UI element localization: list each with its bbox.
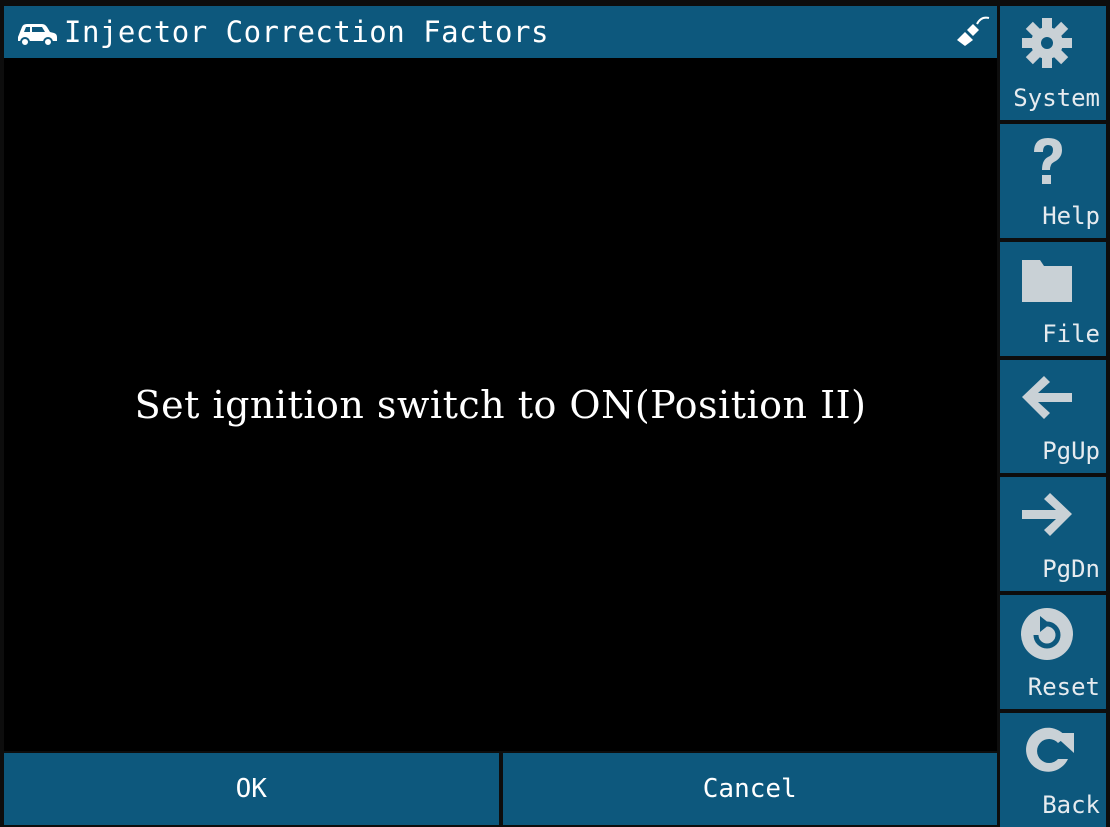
title-bar: Injector Correction Factors: [4, 6, 997, 58]
sidebar-item-label: System: [1013, 83, 1100, 112]
question-icon: [1016, 130, 1078, 192]
sidebar-item-reset[interactable]: Reset: [1000, 595, 1106, 710]
arrow-right-icon: [1016, 483, 1078, 545]
app-frame: Injector Correction Factors Set ignition…: [0, 0, 1110, 827]
sidebar-item-file[interactable]: File: [1000, 241, 1106, 356]
sidebar-item-label: PgDn: [1042, 555, 1100, 584]
sidebar-item-label: PgUp: [1042, 437, 1100, 466]
back-icon: [1016, 719, 1078, 781]
cancel-button[interactable]: Cancel: [502, 753, 997, 825]
sidebar-item-system[interactable]: System: [1000, 6, 1106, 120]
message-panel: Set ignition switch to ON(Position II): [4, 58, 997, 751]
instruction-message: Set ignition switch to ON(Position II): [134, 383, 867, 427]
page-title: Injector Correction Factors: [64, 15, 549, 49]
sidebar-item-pgup[interactable]: PgUp: [1000, 359, 1106, 474]
plug-icon: [951, 12, 991, 48]
sidebar-item-label: Reset: [1027, 673, 1100, 702]
sidebar-item-label: File: [1042, 319, 1100, 348]
dialog-buttons: OK Cancel: [4, 753, 997, 825]
folder-icon: [1016, 248, 1078, 310]
sidebar-item-label: Help: [1042, 201, 1100, 230]
sidebar-item-help[interactable]: Help: [1000, 123, 1106, 238]
ok-button[interactable]: OK: [4, 753, 499, 825]
arrow-left-icon: [1016, 366, 1078, 428]
sidebar-item-pgdn[interactable]: PgDn: [1000, 477, 1106, 592]
gear-icon: [1016, 12, 1078, 74]
car-icon: [14, 12, 62, 52]
sidebar: System Help File PgUp PgDn Reset Back: [1000, 6, 1106, 827]
sidebar-item-label: Back: [1042, 791, 1100, 820]
reset-icon: [1016, 601, 1078, 663]
sidebar-item-back[interactable]: Back: [1000, 713, 1106, 827]
